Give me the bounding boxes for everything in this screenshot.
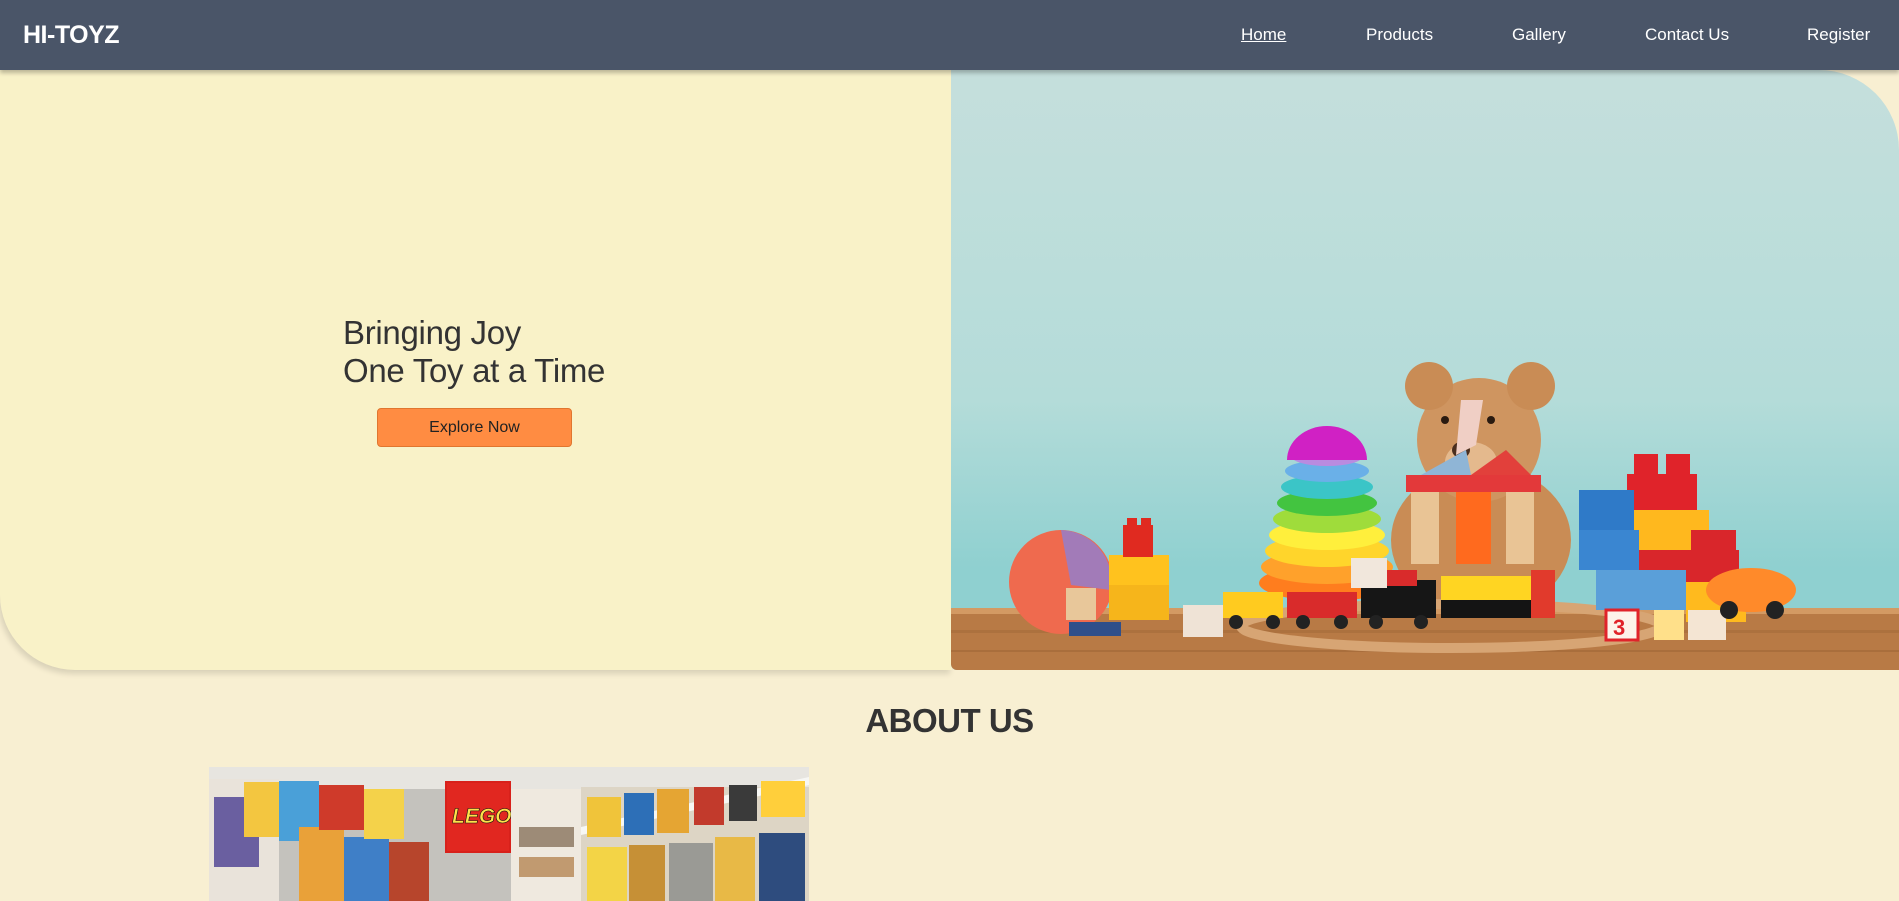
nav-products-link[interactable]: Products [1366,25,1433,45]
explore-now-button[interactable]: Explore Now [377,408,572,447]
hero-toys-image: 3 [951,70,1899,670]
lego-sign-text: LEGO [452,805,512,828]
hero-heading-line-1: Bringing Joy [343,314,521,351]
toy-store-shelves-illustration: LEGO [209,767,809,901]
hero-heading: Bringing Joy One Toy at a Time [343,314,605,390]
nav-home-link[interactable]: Home [1241,25,1286,45]
nav-register-link[interactable]: Register [1807,25,1870,45]
nav-contact-us-link[interactable]: Contact Us [1645,25,1729,45]
brand-logo[interactable]: HI-TOYZ [23,21,120,50]
nav-gallery-link[interactable]: Gallery [1512,25,1566,45]
hero-heading-line-2: One Toy at a Time [343,352,606,389]
svg-text:3: 3 [1613,615,1625,640]
toys-illustration: 3 [951,362,1899,670]
toy-store-image: LEGO [209,767,809,901]
top-navbar: HI-TOYZ Home Products Gallery Contact Us… [0,0,1899,70]
about-us-heading: ABOUT US [865,702,1034,739]
